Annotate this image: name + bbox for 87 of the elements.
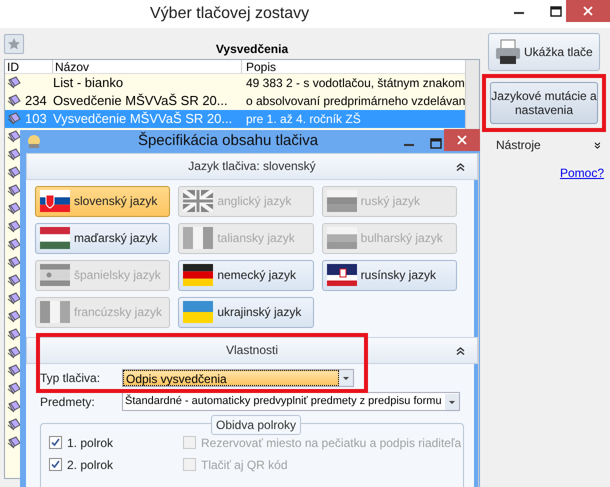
document-icon: [7, 328, 21, 342]
language-button[interactable]: rusínsky jazyk: [322, 260, 457, 290]
group-title: Obidva polroky: [211, 414, 302, 434]
close-icon: [457, 135, 467, 145]
document-icon: [7, 436, 21, 450]
document-icon: [7, 346, 21, 360]
close-icon: [583, 6, 593, 16]
dialog-title: Špecifikácia obsahu tlačiva: [138, 130, 318, 151]
column-header[interactable]: Názov: [53, 60, 242, 73]
flag-icon: [183, 190, 214, 212]
language-settings-button[interactable]: Jazykové mutácie a nastavenia: [490, 82, 598, 124]
flag-icon: [326, 264, 357, 286]
list-row[interactable]: 234 Osvedčenie MŠVVaŠ SR 20... o absolvovaní predprimárneho vzdelávan: [5, 92, 466, 110]
document-icon: [7, 76, 21, 90]
form-type-dropdown[interactable]: Odpis vysvedčenia: [122, 368, 354, 386]
document-icon: [7, 130, 21, 144]
close-button[interactable]: [566, 0, 610, 22]
document-icon: [7, 166, 21, 180]
subjects-label: Predmety:: [40, 394, 96, 410]
language-button[interactable]: maďarský jazyk: [35, 222, 170, 254]
document-icon: [7, 256, 21, 270]
document-icon: [7, 238, 21, 252]
flag-icon: [40, 264, 70, 286]
section-title: Jazyk tlačiva: slovenský: [188, 158, 316, 175]
checkbox[interactable]: [49, 458, 62, 471]
column-header[interactable]: ID: [5, 60, 53, 73]
flag-icon: [40, 227, 70, 249]
checkbox-label: 1. polrok: [67, 434, 114, 452]
star-icon: [7, 37, 21, 51]
form-type-label: Typ tlačiva:: [40, 370, 102, 386]
document-icon: [7, 274, 21, 288]
window-title: Výber tlačovej zostavy: [150, 4, 310, 24]
document-icon: [7, 202, 21, 216]
document-icon: [7, 310, 21, 324]
tools-toggle[interactable]: »: [592, 141, 605, 149]
collapse-icon[interactable]: [456, 346, 465, 354]
print-preview-button[interactable]: Ukážka tlače: [488, 33, 600, 71]
document-icon: [7, 148, 21, 162]
list-title: Vysvedčenia: [214, 41, 290, 58]
section-header[interactable]: Vlastnosti: [26, 336, 478, 364]
checkbox-label: 2. polrok: [67, 456, 114, 474]
flag-icon: [326, 227, 357, 249]
flag-icon: [40, 301, 70, 323]
flag-icon: [183, 264, 214, 286]
document-icon: [7, 400, 21, 414]
document-icon: [7, 364, 21, 378]
help-link[interactable]: Pomoc?: [560, 164, 604, 182]
document-icon: [7, 112, 21, 126]
description-cell-text: pre 1. až 4. ročník ZŠ: [246, 111, 361, 128]
language-button[interactable]: ukrajinský jazyk: [178, 296, 314, 328]
scrollbar[interactable]: [478, 152, 479, 487]
checkbox[interactable]: [49, 436, 62, 449]
section-header[interactable]: Jazyk tlačiva: slovenský: [26, 152, 478, 180]
flag-icon: [40, 190, 70, 212]
subjects-dropdown[interactable]: Štandardné - automaticky predvyplniť predmety z predpisu formu: [122, 392, 460, 411]
flag-icon: [326, 190, 357, 212]
name-cell-text: List - bianko: [53, 74, 124, 92]
id-cell-text: 234: [25, 92, 48, 110]
minimize-icon[interactable]: [404, 144, 414, 147]
document-icon: [7, 184, 21, 198]
checkbox-label: Tlačiť aj QR kód: [201, 456, 288, 474]
document-icon: [7, 94, 21, 108]
tools-label: Nástroje: [496, 137, 542, 154]
id-cell-text: 103: [25, 110, 48, 128]
description-cell-text: o absolvovaní predprimárneho vzdelávan: [246, 93, 466, 110]
printer-icon: [495, 39, 521, 65]
name-cell-text: Osvedčenie MŠVVaŠ SR 20...: [53, 92, 229, 110]
minimize-icon[interactable]: [514, 12, 524, 15]
close-button[interactable]: [444, 129, 480, 151]
checkbox-label: Rezervovať miesto na pečiatku a podpis riaditeľa: [201, 434, 462, 452]
language-button[interactable]: nemecký jazyk: [178, 260, 314, 290]
maximize-icon[interactable]: [550, 6, 562, 17]
list-row[interactable]: List - bianko 49 383 2 - s vodotlačou, štátnym znakom: [5, 74, 466, 92]
description-cell-text: 49 383 2 - s vodotlačou, štátnym znakom: [246, 75, 465, 92]
flag-icon: [183, 227, 214, 249]
column-header[interactable]: Popis: [242, 60, 466, 73]
document-icon: [7, 382, 21, 396]
maximize-icon[interactable]: [430, 138, 442, 149]
document-icon: [7, 292, 21, 306]
section-title: Vlastnosti: [226, 342, 278, 359]
app-logo-icon: [26, 133, 42, 150]
collapse-icon[interactable]: [456, 162, 465, 170]
language-button[interactable]: slovenský jazyk: [35, 186, 170, 216]
document-icon: [7, 220, 21, 234]
name-cell-text: Vysvedčenie MŠVVaŠ SR 20...: [53, 110, 234, 128]
flag-icon: [183, 301, 214, 323]
document-icon: [7, 418, 21, 432]
